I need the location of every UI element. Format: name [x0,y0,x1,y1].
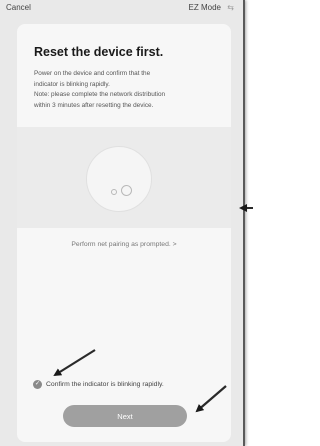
power-button-icon [121,185,132,196]
next-button[interactable]: Next [63,405,187,427]
indicator-light-icon [111,189,117,195]
device-illustration [17,127,231,228]
device-icon [86,146,152,212]
top-bar: Cancel EZ Mode ⇆ [0,0,243,20]
switch-mode-icon[interactable]: ⇆ [227,3,234,12]
instruction-card: Reset the device first. Power on the dev… [17,24,231,442]
instruction-line: indicator is blinking rapidly. [34,80,110,88]
ez-mode-button[interactable]: EZ Mode [189,3,221,12]
instruction-line: Power on the device and confirm that the [34,70,151,77]
cancel-button[interactable]: Cancel [6,3,31,12]
instruction-text: Power on the device and confirm that the… [34,69,224,111]
confirm-label[interactable]: Confirm the indicator is blinking rapidl… [46,381,164,388]
app-screen: Cancel EZ Mode ⇆ Reset the device first.… [0,0,245,446]
instruction-line: Note: please complete the network distri… [34,91,166,98]
instruction-line: within 3 minutes after resetting the dev… [34,101,154,109]
page-title: Reset the device first. [34,45,164,59]
checkbox-checked-icon[interactable]: ✓ [33,380,42,389]
pairing-guide-link[interactable]: Perform net pairing as prompted. > [17,241,231,248]
